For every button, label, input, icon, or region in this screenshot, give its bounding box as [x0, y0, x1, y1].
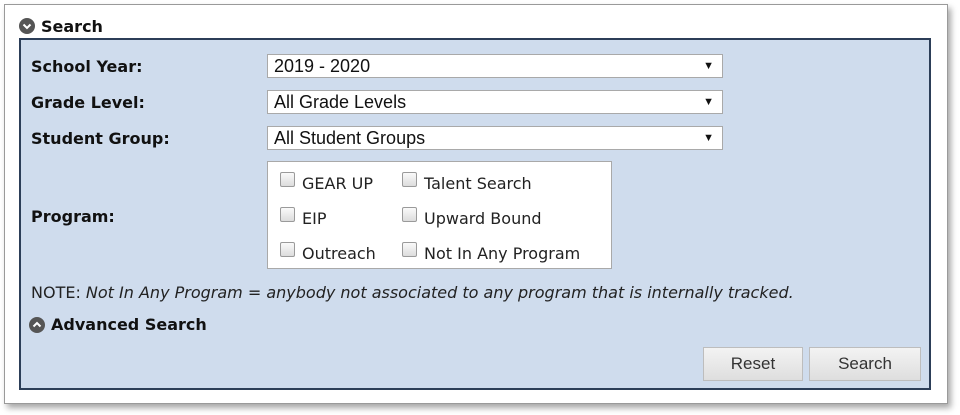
search-panel: School Year: 2019 - 2020 ▼ Grade Level: … [19, 38, 931, 390]
program-option-label: EIP [302, 209, 327, 228]
grade-level-select[interactable]: All Grade Levels ▼ [267, 90, 723, 114]
program-option-label: Upward Bound [424, 209, 542, 228]
grade-level-row: Grade Level: All Grade Levels ▼ [21, 90, 929, 116]
grade-level-value: All Grade Levels [274, 92, 407, 112]
dropdown-arrow-icon: ▼ [703, 96, 714, 108]
program-option-label: Not In Any Program [424, 244, 581, 263]
section-title: Search [41, 16, 103, 36]
checkbox[interactable] [402, 242, 417, 257]
school-year-value: 2019 - 2020 [274, 56, 371, 76]
checkbox[interactable] [280, 242, 295, 257]
search-section-header[interactable]: Search [19, 16, 103, 36]
program-option-eip[interactable]: EIP [280, 207, 327, 228]
checkbox[interactable] [280, 207, 295, 222]
program-label: Program: [31, 207, 115, 226]
school-year-row: School Year: 2019 - 2020 ▼ [21, 54, 929, 80]
program-option-talent-search[interactable]: Talent Search [402, 172, 532, 193]
checkbox[interactable] [402, 207, 417, 222]
note-prefix: NOTE: [31, 283, 86, 302]
program-option-not-in-any-program[interactable]: Not In Any Program [402, 242, 581, 263]
expand-chevron-icon [29, 316, 45, 333]
program-option-outreach[interactable]: Outreach [280, 242, 376, 263]
student-group-row: Student Group: All Student Groups ▼ [21, 126, 929, 152]
collapse-chevron-icon[interactable] [19, 18, 35, 34]
grade-level-label: Grade Level: [31, 93, 145, 112]
reset-button[interactable]: Reset [703, 347, 803, 381]
program-option-label: Talent Search [424, 174, 532, 193]
student-group-label: Student Group: [31, 129, 170, 148]
search-container: Search School Year: 2019 - 2020 ▼ Grade … [4, 4, 948, 404]
school-year-label: School Year: [31, 57, 143, 76]
dropdown-arrow-icon: ▼ [703, 60, 714, 72]
program-option-label: GEAR UP [302, 174, 374, 193]
student-group-select[interactable]: All Student Groups ▼ [267, 126, 723, 150]
program-option-upward-bound[interactable]: Upward Bound [402, 207, 542, 228]
program-option-gear-up[interactable]: GEAR UP [280, 172, 374, 193]
search-button[interactable]: Search [809, 347, 921, 381]
student-group-value: All Student Groups [274, 128, 426, 148]
program-option-label: Outreach [302, 244, 376, 263]
advanced-search-toggle[interactable]: Advanced Search [29, 315, 207, 334]
program-note: NOTE: Not In Any Program = anybody not a… [31, 283, 794, 302]
dropdown-arrow-icon: ▼ [703, 132, 714, 144]
program-checkbox-group: GEAR UP Talent Search EIP Upward Bound O… [267, 161, 612, 269]
checkbox[interactable] [280, 172, 295, 187]
note-text: Not In Any Program = anybody not associa… [85, 283, 794, 302]
advanced-search-label: Advanced Search [51, 315, 207, 334]
checkbox[interactable] [402, 172, 417, 187]
school-year-select[interactable]: 2019 - 2020 ▼ [267, 54, 723, 78]
